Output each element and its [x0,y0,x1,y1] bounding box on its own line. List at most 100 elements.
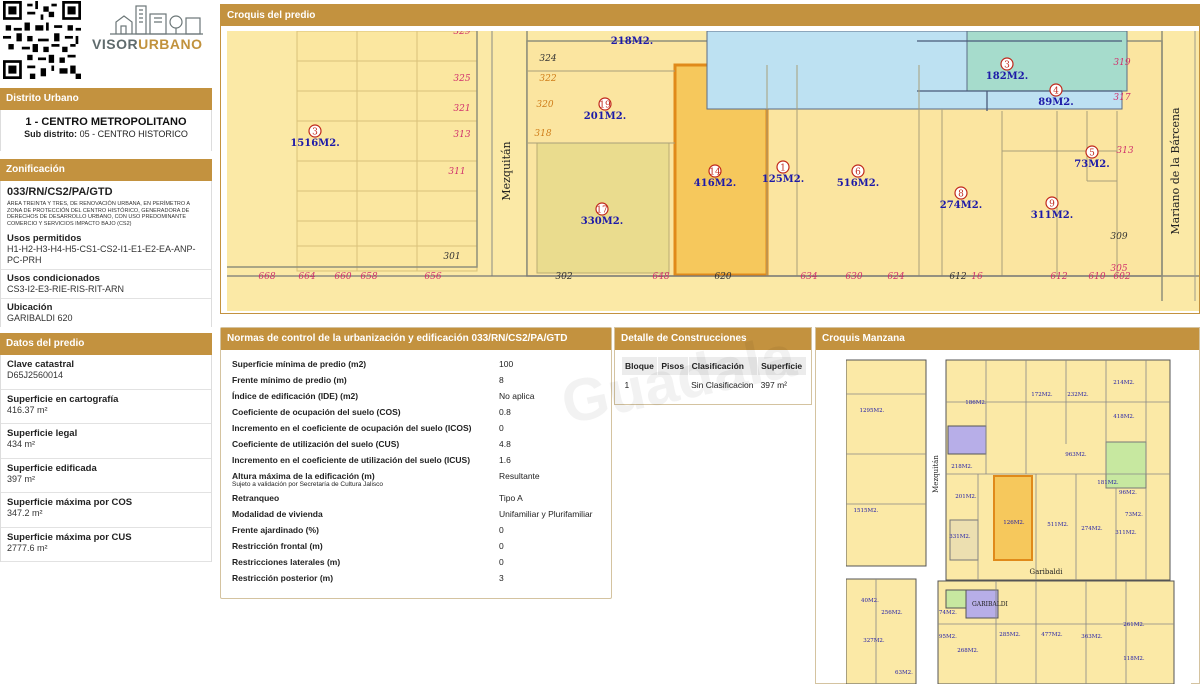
detalle-row: 1 Sin Clasificacion 397 m² [622,376,807,395]
manzana-lot-area: 40M2. [861,598,879,604]
normas-value: 0 [499,556,504,567]
croquis-predio-panel: Croquis del predio 3 1516M2. 19 201M2. 1… [220,4,1200,314]
normas-value: Unifamiliar y Plurifamiliar [499,508,593,519]
normas-label: Restricción frontal (m) [221,538,489,554]
distrito-name: 1 - CENTRO METROPOLITANO [25,116,187,128]
usos-permitidos: Usos permitidos H1-H2-H3-H4-H5-CS1-CS2-I… [1,230,211,270]
lot-area: 274M2. [940,200,982,211]
normas-value: Resultante [499,470,540,481]
normas-label-text: Restricción frontal (m) [232,540,323,551]
normas-value: 100 [499,358,514,369]
usos-permitidos-value: H1-H2-H3-H4-H5-CS1-CS2-I1-E1-E2-EA-ANP-P… [7,244,196,265]
manzana-lot-area: 186M2. [965,400,987,406]
ubicacion-label: Ubicación [7,302,53,313]
street-number: 602 [1113,272,1130,282]
manzana-lot-area: 511M2. [1047,522,1069,528]
normas-label: Coeficiente de utilización del suelo (CU… [221,436,489,452]
street-mezquitan: Mezquitán [500,141,513,200]
ubicacion-value: GARIBALDI 620 [7,313,73,323]
street-number: 329 [453,31,470,37]
distrito-header: Distrito Urbano [0,88,212,110]
normas-label: Restricción posterior (m) [221,570,489,586]
street-number: 302 [555,272,572,282]
manzana-lot-area: 1295M2. [860,408,885,414]
datos-item: Superficie legal 434 m² [1,424,211,459]
manzana-map[interactable]: 1295M2. 186M2. 172M2. 232M2. 214M2. 418M2. 963… [846,354,1191,684]
manzana-panel: Croquis Manzana 1295M2. 186M2. 172M2. 232M2… [815,327,1200,684]
manzana-lot-area: 261M2. [1123,622,1145,628]
street-number: 320 [536,100,553,110]
normas-label: Restricciones laterales (m) [221,554,489,570]
lot-area: 416M2. [694,178,736,189]
normas-label: Coeficiente de ocupación del suelo (COS) [221,404,489,420]
street-number: 630 [845,272,862,282]
lot-area: 218M2. [611,36,653,47]
subdistrito-label: Sub distrito: [24,129,78,139]
usos-permitidos-label: Usos permitidos [7,233,82,244]
normas-label: Modalidad de vivienda [221,506,489,522]
lot-number: 1 [780,164,786,174]
manzana-lot-area: 201M2. [955,494,977,500]
datos-header: Datos del predio [0,333,212,355]
detalle-cell-pisos [658,376,688,395]
zonificacion-body: 033/RN/CS2/PA/GTD ÁREA TREINTA Y TRES, D… [0,181,212,327]
street-number: 612 [949,272,966,282]
street-number: 318 [534,129,551,139]
detalle-cell-bloque: 1 [624,380,630,390]
subdistrito-value: 05 - CENTRO HISTORICO [79,129,188,139]
normas-row: Incremento en el coeficiente de utilizac… [221,452,611,468]
normas-value: 0 [499,540,504,551]
lot-number: 9 [1049,200,1055,210]
normas-header: Normas de control de la urbanización y e… [221,328,611,350]
normas-label: Altura máxima de la edificación (m) Sujet… [221,468,489,490]
manzana-street-mezquitan: Mezquitán [932,455,940,493]
normas-row: Restricciones laterales (m) 0 [221,554,611,570]
normas-value: No aplica [499,390,535,401]
lot-number: 3 [312,128,318,138]
manzana-lot-area: 268M2. [957,648,979,654]
detalle-table: Bloque Pisos Clasificación Superficie 1 Sin … [620,356,807,395]
lot-area: 125M2. [762,174,804,185]
normas-label: Incremento en el coeficiente de ocupació… [221,420,489,436]
normas-value: 3 [499,572,504,583]
manzana-lot-area: 256M2. [881,610,903,616]
distrito-sub: Sub distrito: 05 - CENTRO HISTORICO [7,129,205,139]
lot-area: 330M2. [581,216,623,227]
normas-panel: Normas de control de la urbanización y e… [220,327,612,599]
normas-label: Índice de edificación (IDE) (m2) [221,388,489,404]
street-number: 322 [539,74,556,84]
normas-label-text: Incremento en el coeficiente de ocupació… [232,422,472,433]
manzana-header: Croquis Manzana [816,328,1199,350]
manzana-street-garibaldi: Garibaldi [1030,568,1064,576]
normas-value: 1.6 [499,454,511,465]
normas-label-text: Coeficiente de utilización del suelo (CU… [232,438,400,449]
datos-item: Superficie edificada 397 m² [1,459,211,493]
zonificacion-description: ÁREA TREINTA Y TRES, DE RENOVACIÓN URBAN… [7,201,190,227]
street-number: 313 [453,130,470,140]
manzana-lot-area: 172M2. [1031,392,1053,398]
manzana-lot-area: 311M2. [1115,530,1137,536]
normas-label-text: Frente ajardinado (%) [232,524,319,535]
lot-number: 6 [855,168,861,178]
usos-condicionados-value: CS3-I2-E3-RIE-RIS-RIT-ARN [7,284,125,294]
normas-row: Frente mínimo de predio (m) 8 [221,372,611,388]
street-number: 301 [443,252,460,262]
zonificacion-code: 033/RN/CS2/PA/GTD [7,186,113,198]
datos-item-value: 416.37 m² [7,404,48,415]
lot-area: 73M2. [1074,159,1109,170]
street-number: 16 [971,272,983,282]
predio-map[interactable]: 31516M2.19201M2.17330M2.14416M2.1125M2.6… [227,31,1199,311]
datos-item-value: 434 m² [7,439,36,449]
street-number: 656 [424,272,441,282]
lot-area: 201M2. [584,111,626,122]
normas-row: Coeficiente de utilización del suelo (CU… [221,436,611,452]
street-number: 648 [652,272,669,282]
datos-item: Clave catastral D65J2560014 [1,355,211,390]
manzana-lot-area: 331M2. [949,534,971,540]
manzana-lot-area: 73M2. [1125,512,1143,518]
normas-label-text: Frente mínimo de predio (m) [232,374,347,385]
detalle-column-header: Superficie [757,356,807,376]
lot-number: 4 [1053,87,1059,97]
street-number: 309 [1110,232,1127,242]
normas-value: Tipo A [499,492,523,503]
